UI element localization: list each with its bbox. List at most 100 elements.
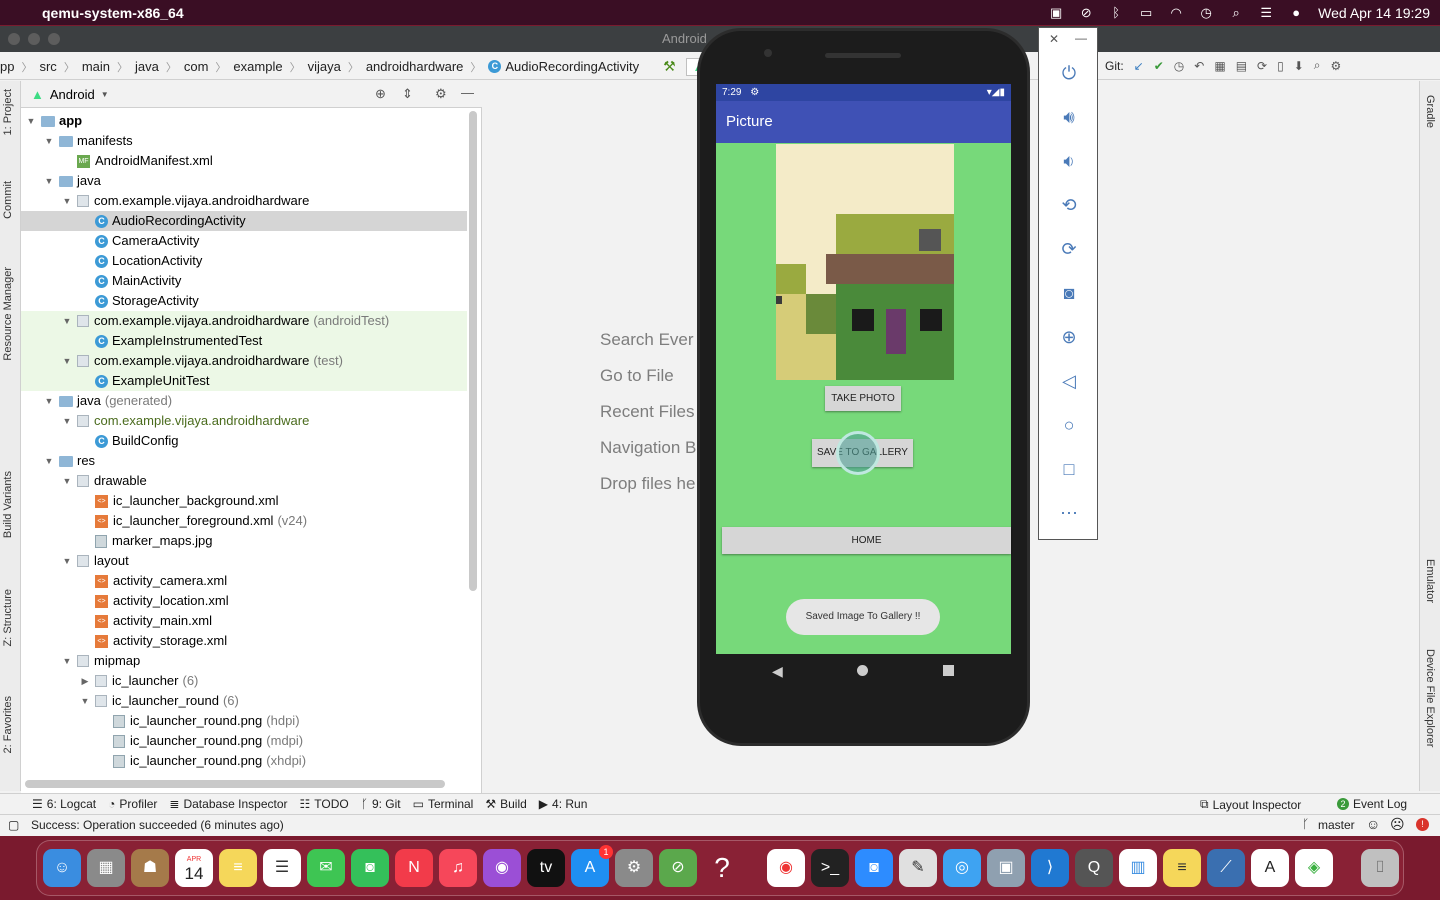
contacts-icon[interactable]: ☗ <box>131 849 169 887</box>
tool-database-inspector[interactable]: ≣ Database Inspector <box>169 797 287 811</box>
frown-icon[interactable]: ☹ <box>1390 816 1405 833</box>
close-window-button[interactable] <box>8 33 20 45</box>
bluetooth-icon[interactable]: ᛒ <box>1108 6 1124 19</box>
stickies-icon[interactable]: ≡ <box>1163 849 1201 887</box>
tree-row[interactable]: ▼ res <box>21 451 467 471</box>
chevron-down-icon[interactable]: ▼ <box>43 171 55 191</box>
time-machine-icon[interactable]: ◷ <box>1198 6 1214 19</box>
control-center-icon[interactable]: ☰ <box>1258 6 1274 19</box>
apple-tv-icon[interactable]: tv <box>527 849 565 887</box>
build-hammer-icon[interactable]: ⚒ <box>663 58 676 75</box>
breadcrumb-item[interactable]: pp <box>0 59 14 74</box>
tool-profiler[interactable]: ◔ Profiler <box>108 797 157 811</box>
app-store-icon[interactable]: A1 <box>571 845 613 887</box>
tree-row[interactable]: ▼ layout <box>21 551 467 571</box>
tab-project[interactable]: 1: Project <box>2 89 14 135</box>
tool-layout-inspector[interactable]: ⧉ Layout Inspector <box>1200 797 1301 812</box>
tree-row[interactable]: C StorageActivity <box>21 291 467 311</box>
git-commit-icon[interactable]: ✔ <box>1154 59 1164 73</box>
tree-row[interactable]: C BuildConfig <box>21 431 467 451</box>
preview-icon[interactable]: ▣ <box>987 849 1025 887</box>
power-icon[interactable]: ⏻ <box>1057 61 1081 85</box>
tree-row[interactable]: ▼ mipmap <box>21 651 467 671</box>
tree-row[interactable]: ▼ java <box>21 171 467 191</box>
home-icon[interactable]: ○ <box>1057 413 1081 437</box>
breadcrumb-current[interactable]: C AudioRecordingActivity <box>488 59 639 74</box>
overview-icon[interactable]: □ <box>1057 457 1081 481</box>
tree-row[interactable]: ▼ com.example.vijaya.androidhardware (test… <box>21 351 467 371</box>
tool-terminal[interactable]: ▭ Terminal <box>413 797 474 811</box>
git-branch[interactable]: master <box>1318 818 1355 832</box>
collapse-all-icon[interactable]: ⇕ <box>402 86 413 102</box>
rotate-left-icon[interactable]: ⟲ <box>1057 193 1081 217</box>
textedit-icon[interactable]: ✎ <box>899 849 937 887</box>
mysql-workbench-icon[interactable]: ⟋ <box>1207 849 1245 887</box>
safari-icon[interactable]: ◎ <box>943 849 981 887</box>
tab-build-variants[interactable]: Build Variants <box>2 471 14 538</box>
tool-event-log[interactable]: 2 Event Log <box>1337 797 1407 811</box>
tool-logcat[interactable]: ☰ 6: Logcat <box>32 797 96 811</box>
chevron-down-icon[interactable]: ▼ <box>61 191 73 211</box>
tree-row[interactable]: C CameraActivity <box>21 231 467 251</box>
tree-row[interactable]: ic_launcher_round.png (hdpi) <box>21 711 467 731</box>
tree-row[interactable]: <> activity_storage.xml <box>21 631 467 651</box>
terminal-app-icon[interactable]: >_ <box>811 849 849 887</box>
tab-commit[interactable]: Commit <box>2 181 14 219</box>
tree-row[interactable]: marker_maps.jpg <box>21 531 467 551</box>
calendar-icon[interactable]: APR 14 <box>175 849 213 887</box>
vscode-icon[interactable]: ⟩ <box>1031 849 1069 887</box>
wifi-icon[interactable]: ◠ <box>1168 6 1184 19</box>
breadcrumb-item[interactable]: vijaya <box>308 59 341 74</box>
tree-row[interactable]: ic_launcher_round.png (xhdpi) <box>21 751 467 771</box>
tool-git[interactable]: ᚴ 9: Git <box>361 797 401 811</box>
tree-row[interactable]: ▼ manifests <box>21 131 467 151</box>
breadcrumb-item[interactable]: src <box>39 59 56 74</box>
battery-icon[interactable]: ▭ <box>1138 6 1154 19</box>
locate-icon[interactable]: ⊕ <box>375 86 386 102</box>
breadcrumb-item[interactable]: com <box>184 59 209 74</box>
sdk-manager-icon[interactable]: ⬇ <box>1294 59 1304 73</box>
back-icon[interactable]: ◁ <box>1057 369 1081 393</box>
search-everywhere-icon[interactable]: ⌕ <box>1314 58 1321 73</box>
breadcrumb-item[interactable]: example <box>233 59 282 74</box>
git-rollback-icon[interactable]: ↶ <box>1194 59 1204 73</box>
tree-row[interactable]: <> activity_camera.xml <box>21 571 467 591</box>
tree-row[interactable]: C LocationActivity <box>21 251 467 271</box>
recents-icon[interactable] <box>943 665 954 676</box>
chevron-down-icon[interactable]: ▼ <box>61 351 73 371</box>
sync-gradle-icon[interactable]: ⟳ <box>1257 59 1267 73</box>
tool-run[interactable]: ▶ 4: Run <box>539 797 588 811</box>
android-studio-icon[interactable]: ⊘ <box>659 849 697 887</box>
status-square-icon[interactable]: ▢ <box>8 818 19 832</box>
project-view-select[interactable]: Android <box>50 87 95 102</box>
tool-todo[interactable]: ☷ TODO <box>300 797 349 811</box>
music-icon[interactable]: ♫ <box>439 849 477 887</box>
help-icon[interactable]: ? <box>703 849 741 887</box>
project-structure-icon[interactable]: ▦ <box>1214 59 1225 73</box>
git-update-icon[interactable]: ↙ <box>1134 59 1144 73</box>
breadcrumb-item[interactable]: androidhardware <box>366 59 464 74</box>
tree-row[interactable]: ▼ com.example.vijaya.androidhardware <box>21 411 467 431</box>
chevron-down-icon[interactable]: ▼ <box>43 131 55 151</box>
finder-icon[interactable]: ☺ <box>43 849 81 887</box>
chevron-down-icon[interactable]: ▼ <box>61 471 73 491</box>
status-message[interactable]: Success: Operation succeeded (6 minutes … <box>31 818 284 832</box>
search-icon[interactable]: ⌕ <box>1228 6 1244 19</box>
tab-gradle[interactable]: Gradle <box>1424 95 1436 128</box>
tree-row[interactable]: MF AndroidManifest.xml <box>21 151 467 171</box>
device-manager-icon[interactable]: ▯ <box>1277 59 1284 73</box>
minimize-icon[interactable]: — <box>1075 31 1087 45</box>
rotate-right-icon[interactable]: ⟳ <box>1057 237 1081 261</box>
home-button[interactable]: HOME <box>722 527 1011 554</box>
launchpad-icon[interactable]: ▦ <box>87 849 125 887</box>
zoom-icon[interactable]: ◙ <box>855 849 893 887</box>
xcode-icon[interactable]: A <box>1251 849 1289 887</box>
tab-resource-manager[interactable]: Resource Manager <box>2 267 14 361</box>
chevron-down-icon[interactable]: ▼ <box>43 451 55 471</box>
volume-down-icon[interactable]: 🔉︎ <box>1057 149 1081 173</box>
tree-row[interactable]: ▼ drawable <box>21 471 467 491</box>
tab-structure[interactable]: Z: Structure <box>2 589 14 646</box>
active-app-name[interactable]: qemu-system-x86_64 <box>42 5 184 21</box>
tree-row[interactable]: <> activity_location.xml <box>21 591 467 611</box>
tree-row[interactable]: C ExampleUnitTest <box>21 371 467 391</box>
